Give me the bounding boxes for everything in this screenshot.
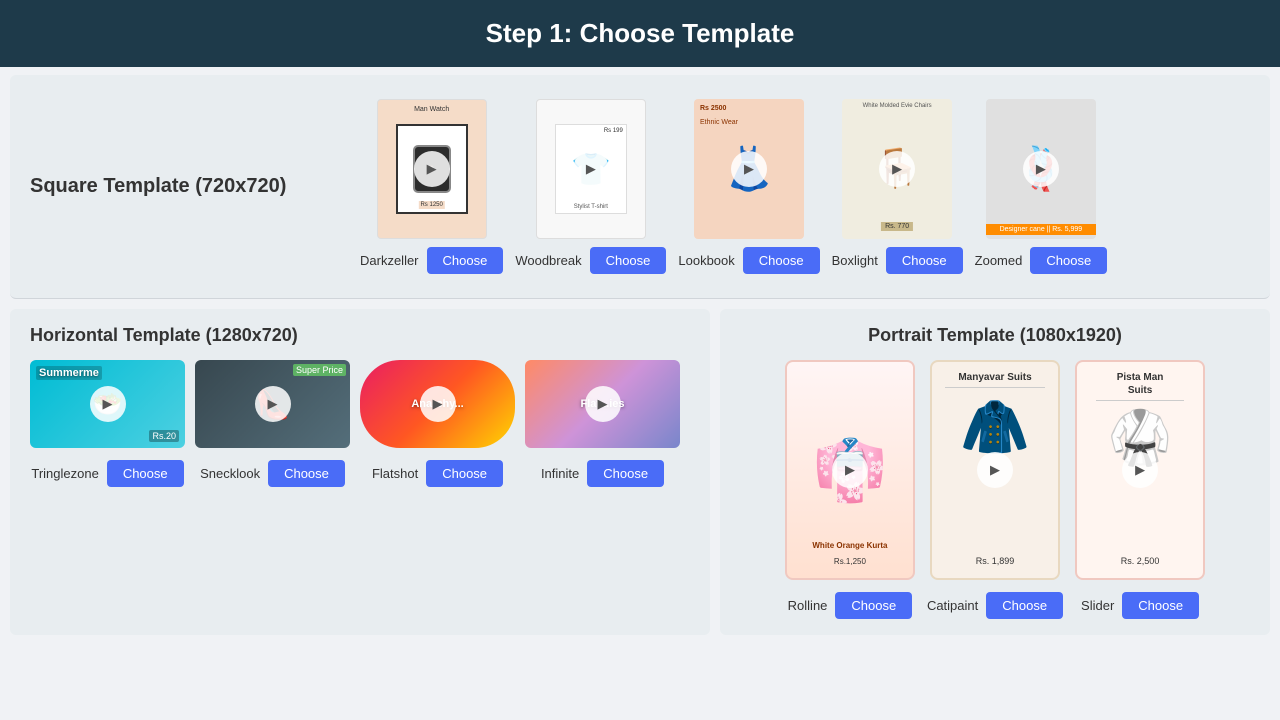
darkzeller-thumb[interactable]: Man Watch ⌚ Rs 1250 ▶ <box>377 99 487 239</box>
tringlezone-name: Tringlezone <box>31 466 98 481</box>
boxlight-choose-btn[interactable]: Choose <box>886 247 963 274</box>
darkzeller-play-btn[interactable]: ▶ <box>414 151 450 187</box>
catipaint-choose-btn[interactable]: Choose <box>986 592 1063 619</box>
darkzeller-name: Darkzeller <box>360 253 419 268</box>
slider-play-btn[interactable]: ▶ <box>1122 452 1158 488</box>
zoomed-name: Zoomed <box>975 253 1023 268</box>
infinite-name: Infinite <box>541 466 579 481</box>
horizontal-templates-row: Summerme 🥗 Rs.20 ▶ Tringlezone Choose Su… <box>30 360 690 487</box>
template-item-zoomed: 🪢 Designer cane || Rs. 5,999 ▶ Zoomed Ch… <box>975 99 1108 274</box>
template-item-slider: Pista Man Suits 🥋 Rs. 2,500 ▶ Slider Cho… <box>1075 360 1205 619</box>
flatshot-thumb[interactable]: Anarchy... ▶ <box>360 360 515 448</box>
template-item-catipaint: Manyavar Suits 🧥 Rs. 1,899 ▶ Catipaint C… <box>927 360 1063 619</box>
template-item-boxlight: White Molded Evie Chairs 🪑 Rs. 770 ▶ Box… <box>832 99 963 274</box>
infinite-choose-btn[interactable]: Choose <box>587 460 664 487</box>
portrait-templates-row: 👘 White Orange Kurta Rs.1,250 ▶ Rolline … <box>740 360 1250 619</box>
woodbreak-name: Woodbreak <box>515 253 581 268</box>
boxlight-play-btn[interactable]: ▶ <box>879 151 915 187</box>
darkzeller-choose-btn[interactable]: Choose <box>427 247 504 274</box>
slider-name: Slider <box>1081 598 1114 613</box>
woodbreak-choose-btn[interactable]: Choose <box>590 247 667 274</box>
infinite-thumb[interactable]: Flat...ies ▶ <box>525 360 680 448</box>
square-section-label: Square Template (720x720) <box>10 175 350 198</box>
lookbook-play-btn[interactable]: ▶ <box>731 151 767 187</box>
slider-choose-btn[interactable]: Choose <box>1122 592 1199 619</box>
horizontal-section: Horizontal Template (1280x720) Summerme … <box>10 309 710 635</box>
flatshot-play-btn[interactable]: ▶ <box>420 386 456 422</box>
snecklook-play-btn[interactable]: ▶ <box>255 386 291 422</box>
snecklook-choose-btn[interactable]: Choose <box>268 460 345 487</box>
lookbook-name: Lookbook <box>678 253 734 268</box>
template-item-woodbreak: Rs 199 👕 Stylist T-shirt ▶ Woodbreak Cho… <box>515 99 666 274</box>
woodbreak-play-btn[interactable]: ▶ <box>573 151 609 187</box>
template-item-flatshot: Anarchy... ▶ Flatshot Choose <box>360 360 515 487</box>
template-item-infinite: Flat...ies ▶ Infinite Choose <box>525 360 680 487</box>
slider-thumb[interactable]: Pista Man Suits 🥋 Rs. 2,500 ▶ <box>1075 360 1205 580</box>
catipaint-thumb[interactable]: Manyavar Suits 🧥 Rs. 1,899 ▶ <box>930 360 1060 580</box>
lookbook-choose-btn[interactable]: Choose <box>743 247 820 274</box>
zoomed-thumb[interactable]: 🪢 Designer cane || Rs. 5,999 ▶ <box>986 99 1096 239</box>
flatshot-name: Flatshot <box>372 466 418 481</box>
rolline-choose-btn[interactable]: Choose <box>835 592 912 619</box>
snecklook-thumb[interactable]: Super Price 👠 ▶ <box>195 360 350 448</box>
lookbook-thumb[interactable]: Rs 2500 Ethnic Wear 👗 ▶ <box>694 99 804 239</box>
portrait-section: Portrait Template (1080x1920) 👘 White Or… <box>720 309 1270 635</box>
rolline-play-btn[interactable]: ▶ <box>832 452 868 488</box>
woodbreak-thumb[interactable]: Rs 199 👕 Stylist T-shirt ▶ <box>536 99 646 239</box>
template-item-lookbook: Rs 2500 Ethnic Wear 👗 ▶ Lookbook Choose <box>678 99 819 274</box>
infinite-play-btn[interactable]: ▶ <box>585 386 621 422</box>
boxlight-thumb[interactable]: White Molded Evie Chairs 🪑 Rs. 770 ▶ <box>842 99 952 239</box>
rolline-name: Rolline <box>788 598 828 613</box>
catipaint-name: Catipaint <box>927 598 978 613</box>
template-item-tringlezone: Summerme 🥗 Rs.20 ▶ Tringlezone Choose <box>30 360 185 487</box>
flatshot-choose-btn[interactable]: Choose <box>426 460 503 487</box>
template-item-rolline: 👘 White Orange Kurta Rs.1,250 ▶ Rolline … <box>785 360 915 619</box>
page-header: Step 1: Choose Template <box>0 0 1280 67</box>
snecklook-name: Snecklook <box>200 466 260 481</box>
boxlight-name: Boxlight <box>832 253 878 268</box>
tringlezone-choose-btn[interactable]: Choose <box>107 460 184 487</box>
catipaint-play-btn[interactable]: ▶ <box>977 452 1013 488</box>
zoomed-choose-btn[interactable]: Choose <box>1030 247 1107 274</box>
square-section: Square Template (720x720) Man Watch ⌚ Rs… <box>10 75 1270 299</box>
template-item-snecklook: Super Price 👠 ▶ Snecklook Choose <box>195 360 350 487</box>
tringlezone-play-btn[interactable]: ▶ <box>90 386 126 422</box>
square-templates-row: Man Watch ⌚ Rs 1250 ▶ Darkzeller Choose … <box>350 89 1270 284</box>
horizontal-section-label: Horizontal Template (1280x720) <box>30 325 690 346</box>
zoomed-play-btn[interactable]: ▶ <box>1023 151 1059 187</box>
rolline-thumb[interactable]: 👘 White Orange Kurta Rs.1,250 ▶ <box>785 360 915 580</box>
portrait-section-label: Portrait Template (1080x1920) <box>740 325 1250 346</box>
page-title: Step 1: Choose Template <box>486 18 795 48</box>
template-item-darkzeller: Man Watch ⌚ Rs 1250 ▶ Darkzeller Choose <box>360 99 503 274</box>
tringlezone-thumb[interactable]: Summerme 🥗 Rs.20 ▶ <box>30 360 185 448</box>
